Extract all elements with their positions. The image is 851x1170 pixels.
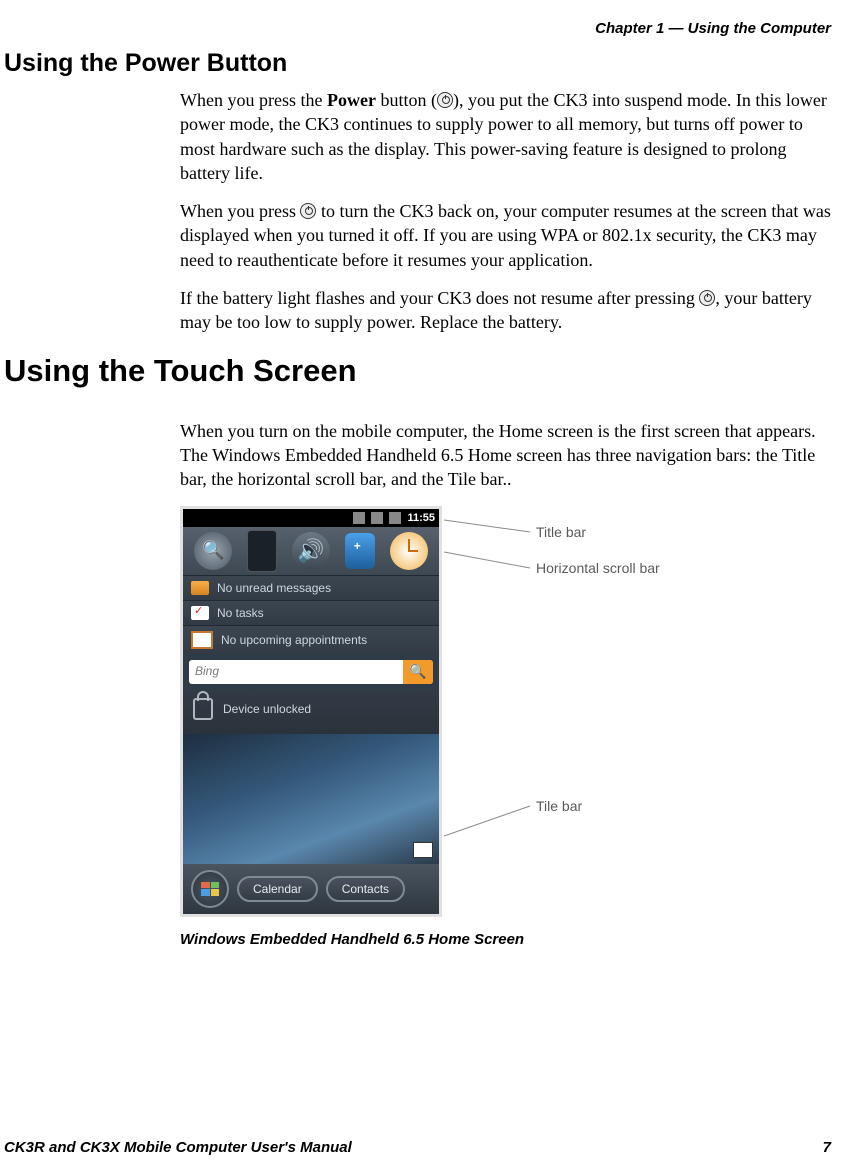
search-go-icon: 🔍 [403,660,433,684]
body-section-power: When you press the Power button (), you … [180,88,833,335]
lock-text: Device unlocked [223,702,311,716]
messages-text: No unread messages [217,581,331,595]
mail-icon [191,581,209,595]
figure-home-screen: 11:55 🔍 🔊 No unread messages No tasks No… [180,506,851,917]
power-icon [699,290,715,306]
chapter-header: Chapter 1 — Using the Computer [0,0,851,43]
search-placeholder: Bing [189,660,403,684]
list-item: No tasks [183,600,439,625]
phone-icon [247,530,277,572]
clock-icon [390,532,428,570]
tile-bar: Calendar Contacts [183,864,439,914]
callout-scroll-bar: Horizontal scroll bar [536,560,660,576]
para-power-1: When you press the Power button (), you … [180,88,833,185]
lock-row: Device unlocked [183,690,439,734]
power-icon [300,203,316,219]
list-item: No unread messages [183,575,439,600]
calendar-icon [191,631,213,649]
tasks-text: No tasks [217,606,264,620]
appointments-text: No upcoming appointments [221,633,367,647]
power-icon [437,92,453,108]
para-power-2: When you press to turn the CK3 back on, … [180,199,833,272]
battery-tile-icon [345,533,375,569]
manual-title: CK3R and CK3X Mobile Computer User's Man… [4,1139,352,1156]
search-bar: Bing 🔍 [189,660,433,684]
contacts-button: Contacts [326,876,405,902]
battery-icon [389,512,401,524]
para-touch-1: When you turn on the mobile computer, th… [180,419,833,492]
heading-using-touch-screen: Using the Touch Screen [4,353,851,389]
volume-icon [371,512,383,524]
signal-icon [353,512,365,524]
horizontal-scroll-bar: 🔍 🔊 [183,527,439,575]
callout-title-bar: Title bar [536,524,586,540]
wallpaper-area [183,734,439,864]
callout-tile-bar: Tile bar [536,798,582,814]
title-bar: 11:55 [183,509,439,527]
speaker-icon: 🔊 [292,532,330,570]
zoom-icon: 🔍 [194,532,232,570]
page-footer: CK3R and CK3X Mobile Computer User's Man… [4,1139,831,1156]
windows-flag-icon [201,882,219,896]
device-screenshot: 11:55 🔍 🔊 No unread messages No tasks No… [180,506,442,917]
figure-caption: Windows Embedded Handheld 6.5 Home Scree… [180,931,851,948]
sip-icon [413,842,433,858]
clock-time: 11:55 [407,512,435,524]
list-item: No upcoming appointments [183,625,439,654]
unlock-icon [193,698,213,720]
para-power-3: If the battery light flashes and your CK… [180,286,833,335]
page-number: 7 [823,1139,831,1156]
calendar-button: Calendar [237,876,318,902]
body-section-touch: When you turn on the mobile computer, th… [180,419,833,492]
start-button [191,870,229,908]
heading-using-power-button: Using the Power Button [4,49,851,78]
tasks-icon [191,606,209,620]
